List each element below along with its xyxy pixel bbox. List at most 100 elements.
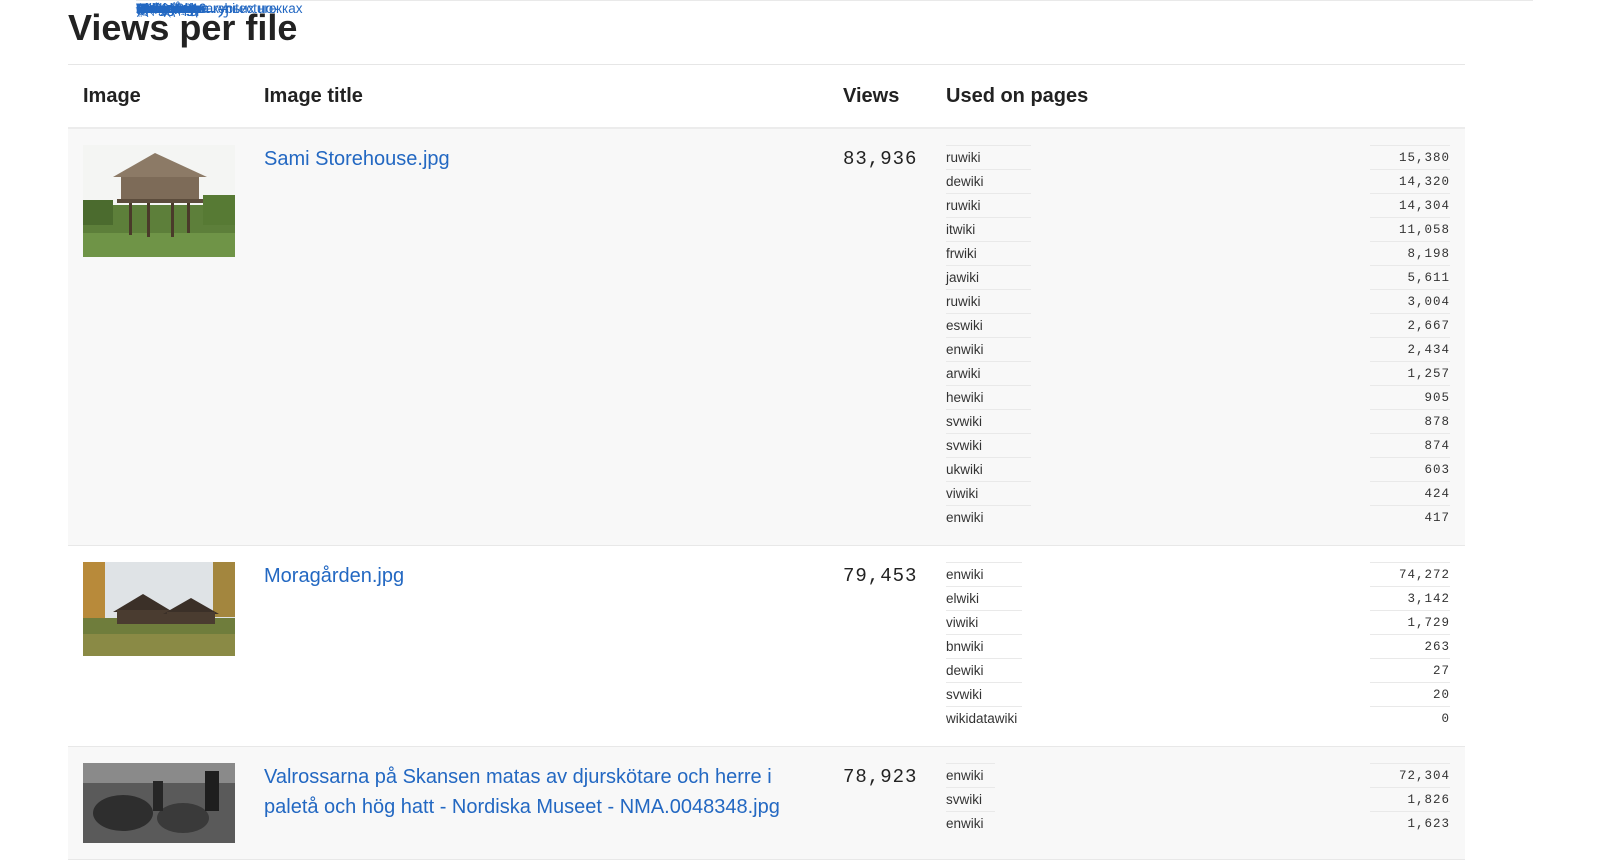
usage-count: 72,304 xyxy=(1370,763,1450,788)
usage-count: 27 xyxy=(1370,658,1450,683)
file-title-link[interactable]: Valrossarna på Skansen matas av djursköt… xyxy=(264,762,813,822)
file-row: Valrossarna på Skansen matas av djursköt… xyxy=(68,0,1533,860)
usage-wiki: svwiki xyxy=(946,433,1031,458)
usage-row: eswiki Hórreo 2,667 xyxy=(136,0,1533,338)
usage-count: 878 xyxy=(1370,409,1450,434)
usage-row: ruwiki Баба-яга 15,380 xyxy=(136,0,1533,170)
usage-wiki: ukwiki xyxy=(946,457,1031,482)
usage-count: 8,198 xyxy=(1370,241,1450,266)
usage-count: 11,058 xyxy=(1370,217,1450,242)
usage-count: 1,623 xyxy=(1370,811,1450,835)
usage-wiki: bnwiki xyxy=(946,634,1022,659)
file-image-cell xyxy=(68,746,249,860)
usage-wiki: jawiki xyxy=(946,265,1031,290)
usage-row: jawiki バーバ・ヤーガ 5,611 xyxy=(136,0,1533,290)
column-header-image: Image xyxy=(68,65,249,129)
usage-row: hewiki באבה יאגה 905 xyxy=(136,0,1533,410)
usage-count: 905 xyxy=(1370,385,1450,410)
usage-row: frwiki Baba Yaga 8,198 xyxy=(136,0,1533,266)
usage-row: viwiki Baba Yaga 424 xyxy=(136,0,1533,506)
usage-wiki: ruwiki xyxy=(946,193,1031,218)
usage-count: 15,380 xyxy=(1370,145,1450,170)
usage-count: 2,434 xyxy=(1370,337,1450,362)
file-title-cell: Sami Storehouse.jpg xyxy=(249,128,828,546)
usage-wiki: ruwiki xyxy=(946,145,1031,170)
file-thumbnail[interactable] xyxy=(83,145,235,257)
usage-count: 5,611 xyxy=(1370,265,1450,290)
file-views-cell: 79,453 xyxy=(828,545,931,747)
usage-row: svwiki Baba-Jaga 874 xyxy=(136,0,1533,458)
column-header-views: Views xyxy=(828,65,931,129)
file-title-link[interactable]: Moragården.jpg xyxy=(264,561,813,591)
usage-wiki: enwiki xyxy=(946,811,995,835)
usage-row: ruwiki Саамы 14,304 xyxy=(136,0,1533,218)
usage-count: 74,272 xyxy=(1370,562,1450,587)
usage-count: 1,729 xyxy=(1370,610,1450,635)
usage-row: svwiki Njalla 878 xyxy=(136,0,1533,434)
usage-count: 1,826 xyxy=(1370,787,1450,812)
usage-row: viwiki Stockholm 1,729 xyxy=(136,0,1533,635)
usage-wiki: dewiki xyxy=(946,658,1022,683)
table-header-row: Image Image title Views Used on pages xyxy=(68,65,1465,129)
file-usage-cell: enwiki Walrus 72,304 svwiki Skansen 1,826 enwi… xyxy=(136,0,1533,860)
usage-wiki: ruwiki xyxy=(946,289,1031,314)
usage-table: enwiki Stockholm 74,272 elwiki Στοκχόλμη 3,14… xyxy=(136,0,1533,730)
usage-row: enwiki Walrus 72,304 xyxy=(136,0,1533,788)
usage-row: bnwiki স্টকহোম 263 xyxy=(136,0,1533,659)
usage-count: 0 xyxy=(1370,706,1450,730)
usage-wiki: svwiki xyxy=(946,682,1022,707)
usage-row: svwiki Moragården 20 xyxy=(136,0,1533,707)
usage-wiki: frwiki xyxy=(946,241,1031,266)
usage-wiki: eswiki xyxy=(946,313,1031,338)
file-views-cell: 78,923 xyxy=(828,746,931,860)
usage-row: wikidatawiki Q16912319 0 xyxy=(136,0,1533,730)
usage-count: 263 xyxy=(1370,634,1450,659)
usage-row: dewiki Moragården 27 xyxy=(136,0,1533,683)
usage-count: 424 xyxy=(1370,481,1450,506)
files-table: Image Image title Views Used on pages Sa… xyxy=(68,0,1533,860)
usage-wiki: enwiki xyxy=(946,337,1031,362)
usage-wiki: elwiki xyxy=(946,586,1022,611)
usage-row: enwiki Bear cache 417 xyxy=(136,0,1533,529)
usage-row: ruwiki Избушка на курьих ножках 3,004 xyxy=(136,0,1533,314)
usage-count: 3,004 xyxy=(1370,289,1450,314)
usage-row: enwiki Stockholm 74,272 xyxy=(136,0,1533,587)
usage-wiki: viwiki xyxy=(946,481,1031,506)
file-thumbnail[interactable] xyxy=(83,763,235,843)
file-image-cell xyxy=(68,128,249,546)
file-title-link[interactable]: Sami Storehouse.jpg xyxy=(264,144,813,174)
usage-page-cell: Skansen xyxy=(136,0,1533,24)
usage-count: 14,304 xyxy=(1370,193,1450,218)
usage-row: elwiki Στοκχόλμη 3,142 xyxy=(136,0,1533,611)
usage-wiki: svwiki xyxy=(946,787,995,812)
file-title-cell: Valrossarna på Skansen matas av djursköt… xyxy=(249,746,828,860)
usage-wiki: svwiki xyxy=(946,409,1031,434)
usage-wiki: enwiki xyxy=(946,562,1022,587)
usage-row: svwiki Skansen 1,826 xyxy=(136,0,1533,812)
file-row: Sami Storehouse.jpg 83,936 ruwiki Баба-яга 1… xyxy=(68,0,1533,546)
usage-count: 1,257 xyxy=(1370,361,1450,386)
file-usage-cell: enwiki Stockholm 74,272 elwiki Στοκχόλμη 3,14… xyxy=(136,0,1533,747)
file-usage-cell: ruwiki Баба-яга 15,380 dewiki Baba Jaga 14,32… xyxy=(136,0,1533,546)
usage-table: enwiki Walrus 72,304 svwiki Skansen 1,826 enwi… xyxy=(136,0,1533,835)
usage-row: arwiki قومية سامي 1,257 xyxy=(136,0,1533,386)
usage-count: 14,320 xyxy=(1370,169,1450,194)
usage-count: 603 xyxy=(1370,457,1450,482)
usage-count: 417 xyxy=(1370,505,1450,529)
usage-wiki: hewiki xyxy=(946,385,1031,410)
usage-row: itwiki Sami 11,058 xyxy=(136,0,1533,242)
file-views-cell: 83,936 xyxy=(828,128,931,546)
usage-wiki: enwiki xyxy=(946,763,995,788)
file-row: Moragården.jpg 79,453 enwiki Stockholm 74,27… xyxy=(68,0,1533,747)
usage-count: 2,667 xyxy=(1370,313,1450,338)
usage-wiki: enwiki xyxy=(946,505,1031,529)
usage-row: dewiki Baba Jaga 14,320 xyxy=(136,0,1533,194)
usage-table: ruwiki Баба-яга 15,380 dewiki Baba Jaga 14,32… xyxy=(136,0,1533,529)
file-thumbnail[interactable] xyxy=(83,562,235,656)
column-header-used-on-pages: Used on pages xyxy=(931,65,1465,129)
usage-page-link[interactable]: Skansen xyxy=(136,1,189,16)
usage-row: enwiki Skansen 1,623 xyxy=(136,0,1533,835)
file-views-count: 78,923 xyxy=(843,766,918,788)
views-per-file-page: Views per file Image Image title Views U… xyxy=(68,0,1533,860)
file-views-count: 79,453 xyxy=(843,565,918,587)
